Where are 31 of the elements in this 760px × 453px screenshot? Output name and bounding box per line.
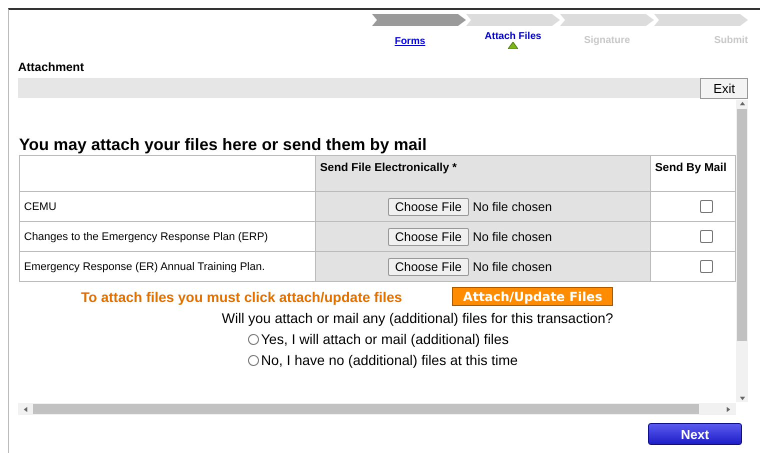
vertical-scrollbar[interactable] <box>736 100 748 402</box>
option-label[interactable]: Yes, I will attach or mail (additional) files <box>261 331 509 347</box>
table-cell: Changes to the Emergency Response Plan (ERP) <box>20 222 316 252</box>
scroll-down-icon[interactable] <box>738 395 746 402</box>
radio-button[interactable] <box>248 334 259 344</box>
file-status: No file chosen <box>472 230 552 244</box>
choose-file-button[interactable]: Choose File <box>388 198 469 216</box>
next-button[interactable]: Next <box>648 423 742 445</box>
choose-file-button[interactable]: Choose File <box>388 258 469 276</box>
question: Will you attach or mail any (additional) files for this transaction? <box>220 310 614 326</box>
step-label[interactable]: Forms <box>394 36 426 47</box>
column-header: Send File Electronically * <box>316 156 650 192</box>
scroll-left-icon[interactable] <box>22 406 29 412</box>
option-label[interactable]: No, I have no (additional) files at this time <box>261 352 518 368</box>
radio-button[interactable] <box>248 354 259 366</box>
file-status: No file chosen <box>472 200 552 214</box>
heading: You may attach your files here or send them by mail <box>19 136 428 155</box>
file-status: No file chosen <box>472 260 552 274</box>
step-label: Attach Files <box>484 31 542 42</box>
table-cell: Emergency Response (ER) Annual Training Plan. <box>20 252 316 282</box>
scroll-right-icon[interactable] <box>725 406 732 412</box>
exit-button[interactable]: Exit <box>700 78 748 99</box>
column-header: Send By Mail <box>650 156 736 192</box>
table-cell: CEMU <box>20 192 316 222</box>
checkbox[interactable] <box>700 230 713 243</box>
checkbox[interactable] <box>700 200 713 213</box>
section-title: Attachment <box>18 60 86 74</box>
choose-file-button[interactable]: Choose File <box>388 228 469 246</box>
horizontal-scrollbar[interactable] <box>18 403 736 415</box>
checkbox[interactable] <box>700 260 713 273</box>
attach-note: To attach files you must click attach/update files <box>81 288 402 304</box>
